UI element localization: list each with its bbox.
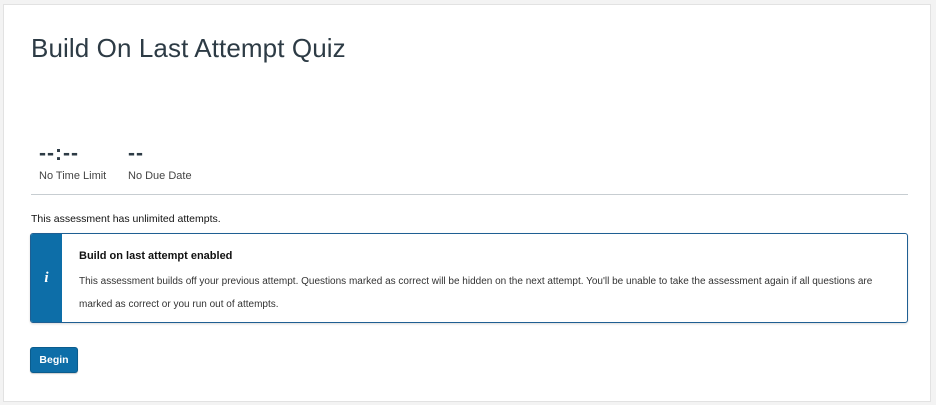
- time-limit-stat: --:-- No Time Limit: [39, 142, 107, 183]
- begin-button[interactable]: Begin: [30, 347, 78, 373]
- info-alert-heading: Build on last attempt enabled: [79, 250, 233, 262]
- info-alert: i Build on last attempt enabled This ass…: [30, 233, 908, 323]
- due-date-stat: -- No Due Date: [128, 142, 192, 183]
- quiz-page: Build On Last Attempt Quiz --:-- No Time…: [3, 4, 931, 402]
- info-icon: i: [44, 269, 49, 286]
- time-limit-label: No Time Limit: [39, 170, 107, 182]
- info-alert-strip: i: [31, 234, 62, 322]
- divider: [31, 194, 908, 195]
- attempts-info-text: This assessment has unlimited attempts.: [31, 213, 221, 225]
- time-limit-value: --:--: [39, 142, 79, 165]
- info-alert-body: This assessment builds off your previous…: [79, 276, 873, 310]
- due-date-label: No Due Date: [128, 170, 192, 182]
- page-title: Build On Last Attempt Quiz: [31, 33, 346, 63]
- due-date-value: --: [128, 142, 144, 165]
